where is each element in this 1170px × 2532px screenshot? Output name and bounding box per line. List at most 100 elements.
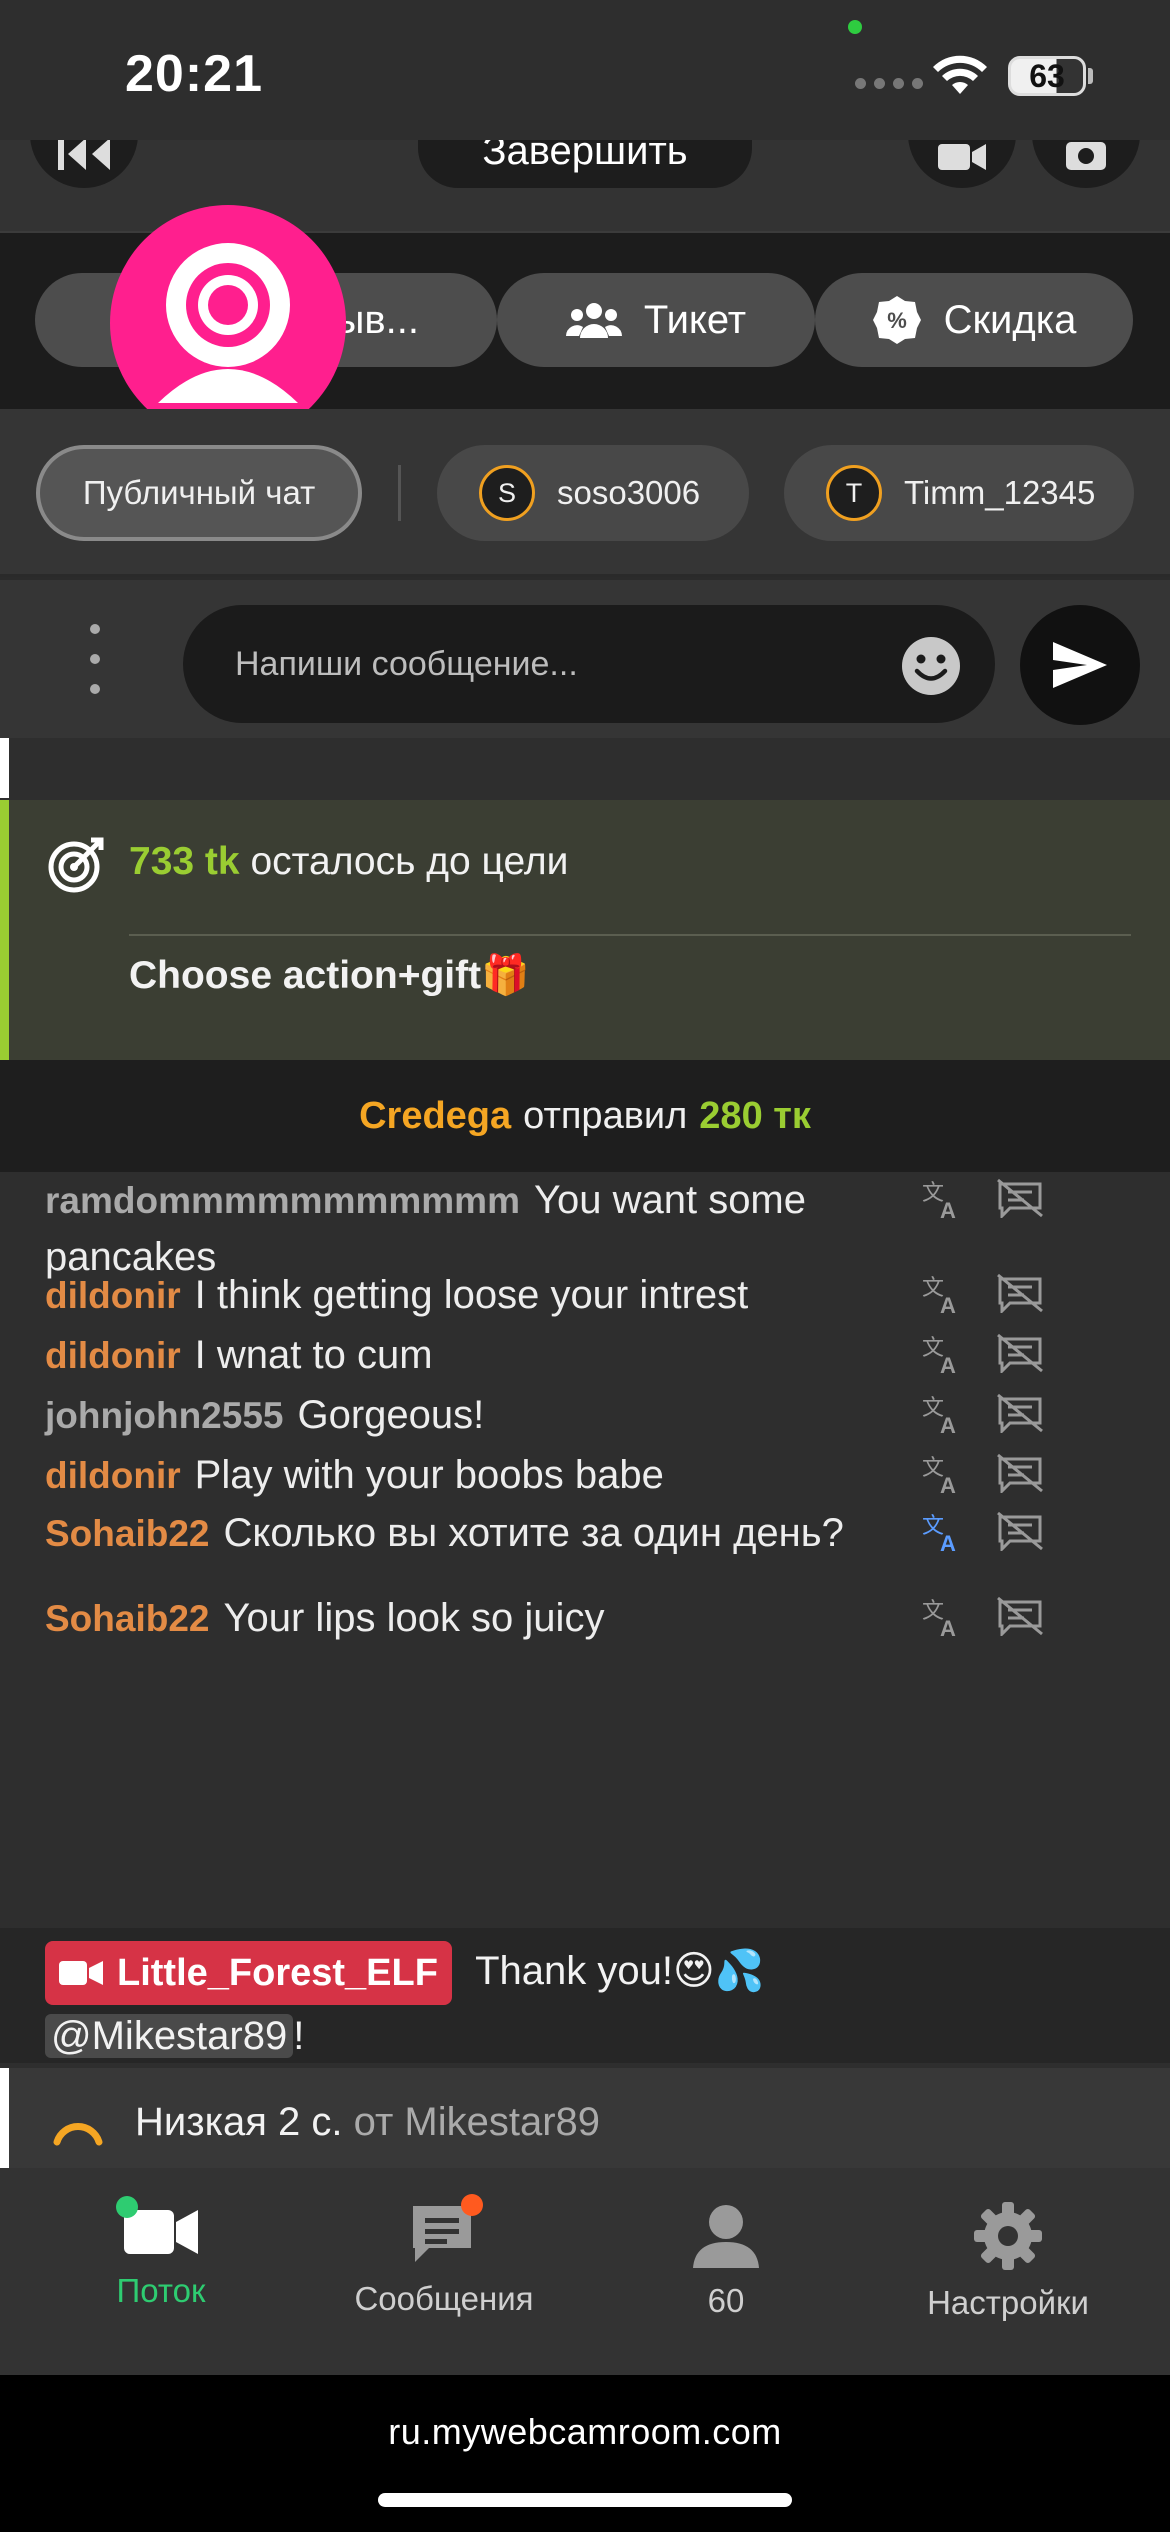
bottom-navigation: Поток Сообщения 60 Настройки bbox=[0, 2168, 1170, 2375]
discount-badge-icon: % bbox=[872, 296, 921, 344]
emoji-icon[interactable] bbox=[901, 636, 961, 696]
user-name: soso3006 bbox=[557, 474, 701, 511]
vibration-notice: Низкая 2 с. от Mikestar89 bbox=[0, 2068, 1170, 2168]
message-actions: 文A bbox=[920, 1333, 1044, 1377]
skip-back-icon bbox=[58, 140, 110, 170]
home-indicator[interactable] bbox=[378, 2493, 792, 2507]
battery-icon: 63 bbox=[1008, 56, 1086, 96]
discount-button[interactable]: % Скидка bbox=[815, 273, 1133, 367]
page-url[interactable]: ru.mywebcamroom.com bbox=[0, 2411, 1170, 2453]
cellular-signal-icon bbox=[855, 78, 923, 89]
translate-icon[interactable]: 文A bbox=[920, 1453, 964, 1497]
message-username[interactable]: dildonir bbox=[45, 1455, 181, 1496]
video-camera-icon bbox=[59, 1961, 103, 1986]
svg-text:A: A bbox=[940, 1413, 956, 1437]
message-text: Сколько вы хотите за один день? bbox=[223, 1511, 844, 1555]
hide-message-icon[interactable] bbox=[996, 1333, 1044, 1373]
message-text: Gorgeous! bbox=[297, 1393, 485, 1437]
message-actions: 文A bbox=[920, 1393, 1044, 1437]
flip-camera-button[interactable] bbox=[1032, 140, 1140, 188]
translate-icon[interactable]: 文A bbox=[920, 1596, 964, 1640]
chat-message: Sohaib22 Your lips look so juicy bbox=[45, 1590, 905, 1647]
message-actions: 文A bbox=[920, 1511, 1044, 1555]
chat-message: johnjohn2555 Gorgeous! bbox=[45, 1387, 905, 1444]
more-options-button[interactable] bbox=[88, 624, 102, 694]
send-button[interactable] bbox=[1020, 605, 1140, 725]
hide-message-icon[interactable] bbox=[996, 1178, 1044, 1218]
svg-text:A: A bbox=[940, 1616, 956, 1640]
message-username[interactable]: dildonir bbox=[45, 1275, 181, 1316]
browser-url-bar: ru.mywebcamroom.com bbox=[0, 2375, 1170, 2532]
translate-icon[interactable]: 文A bbox=[920, 1273, 964, 1317]
message-text: I wnat to cum bbox=[194, 1333, 433, 1377]
hide-message-icon[interactable] bbox=[996, 1511, 1044, 1551]
send-icon bbox=[1053, 642, 1107, 688]
giveaway-label: ыв... bbox=[335, 297, 419, 342]
low-level-icon bbox=[53, 2123, 103, 2146]
message-username[interactable]: dildonir bbox=[45, 1335, 181, 1376]
private-chat-user-soso3006[interactable]: S soso3006 bbox=[437, 445, 749, 541]
message-text: Your lips look so juicy bbox=[223, 1596, 605, 1640]
svg-text:A: A bbox=[940, 1353, 956, 1377]
nav-messages-label: Сообщения bbox=[354, 2280, 534, 2317]
svg-text:A: A bbox=[940, 1473, 956, 1497]
host-text: Thank you!😍💦 bbox=[475, 1949, 765, 1993]
chat-message: Sohaib22 Сколько вы хотите за один день? bbox=[45, 1505, 905, 1562]
skip-back-button[interactable] bbox=[30, 140, 138, 188]
message-actions: 文A bbox=[920, 1453, 1044, 1497]
chat-message-icon bbox=[409, 2194, 483, 2266]
chat-filter-row: Публичный чат S soso3006 T Timm_12345 bbox=[0, 409, 1170, 577]
nav-settings-label: Настройки bbox=[927, 2284, 1089, 2321]
ticket-button[interactable]: Тикет bbox=[497, 273, 815, 367]
hide-message-icon[interactable] bbox=[996, 1393, 1044, 1433]
translate-icon[interactable]: 文A bbox=[920, 1393, 964, 1437]
hide-message-icon[interactable] bbox=[996, 1273, 1044, 1313]
private-chat-user-timm12345[interactable]: T Timm_12345 bbox=[784, 445, 1134, 541]
message-actions: 文A bbox=[920, 1596, 1044, 1640]
message-username[interactable]: johnjohn2555 bbox=[45, 1395, 283, 1436]
message-input[interactable]: Напиши сообщение... bbox=[183, 605, 995, 723]
message-username[interactable]: Sohaib22 bbox=[45, 1598, 210, 1639]
message-username[interactable]: Sohaib22 bbox=[45, 1513, 210, 1554]
chat-message: dildonir I think getting loose your intre… bbox=[45, 1267, 905, 1324]
message-actions: 文A bbox=[920, 1178, 1044, 1222]
svg-text:A: A bbox=[940, 1293, 956, 1317]
group-icon bbox=[565, 303, 622, 338]
hide-message-icon[interactable] bbox=[996, 1453, 1044, 1493]
vibration-notice-text: Низкая 2 с. от Mikestar89 bbox=[135, 2100, 600, 2145]
svg-text:A: A bbox=[940, 1198, 956, 1222]
message-placeholder: Напиши сообщение... bbox=[235, 644, 578, 683]
translate-icon[interactable]: 文A bbox=[920, 1178, 964, 1222]
video-camera-icon bbox=[116, 2196, 202, 2258]
from-user: Mikestar89 bbox=[404, 2100, 601, 2144]
status-bar: 20:21 63 bbox=[0, 0, 1170, 140]
finish-stream-button[interactable]: Завершить bbox=[418, 140, 752, 188]
clock: 20:21 bbox=[125, 45, 263, 103]
user-mention[interactable]: @Mikestar89 bbox=[45, 2014, 294, 2059]
chat-message: dildonir I wnat to cum bbox=[45, 1327, 905, 1384]
mention-suffix: ! bbox=[293, 2014, 305, 2059]
svg-text:A: A bbox=[940, 1531, 956, 1555]
nav-stream[interactable]: Поток bbox=[15, 2168, 307, 2375]
camera-toggle-button[interactable] bbox=[908, 140, 1016, 188]
level-text: Низкая 2 с. bbox=[135, 2100, 343, 2144]
translate-icon[interactable]: 文A bbox=[920, 1511, 964, 1555]
discount-label: Скидка bbox=[943, 297, 1077, 342]
svg-text:%: % bbox=[887, 308, 907, 333]
chat-feed: 733 tk осталось до цели Choose action+gi… bbox=[0, 738, 1170, 2168]
user-name: Timm_12345 bbox=[904, 474, 1096, 511]
host-message-body: Little_Forest_ELF Thank you!😍💦 @Mikestar… bbox=[45, 1940, 1045, 2067]
message-username[interactable]: ramdommmmmmmmmmm bbox=[45, 1180, 520, 1221]
translate-icon[interactable]: 文A bbox=[920, 1333, 964, 1377]
webcam-app-logo bbox=[110, 205, 346, 441]
nav-messages[interactable]: Сообщения bbox=[298, 2168, 590, 2375]
ticket-label: Тикет bbox=[643, 297, 747, 342]
gear-icon bbox=[974, 2202, 1042, 2270]
user-avatar: T bbox=[826, 465, 882, 521]
nav-settings[interactable]: Настройки bbox=[862, 2168, 1154, 2375]
hide-message-icon[interactable] bbox=[996, 1596, 1044, 1636]
host-name: Little_Forest_ELF bbox=[117, 1952, 438, 1995]
from-label: от bbox=[353, 2100, 394, 2144]
nav-viewers[interactable]: 60 bbox=[580, 2168, 872, 2375]
public-chat-tab[interactable]: Публичный чат bbox=[36, 445, 362, 541]
